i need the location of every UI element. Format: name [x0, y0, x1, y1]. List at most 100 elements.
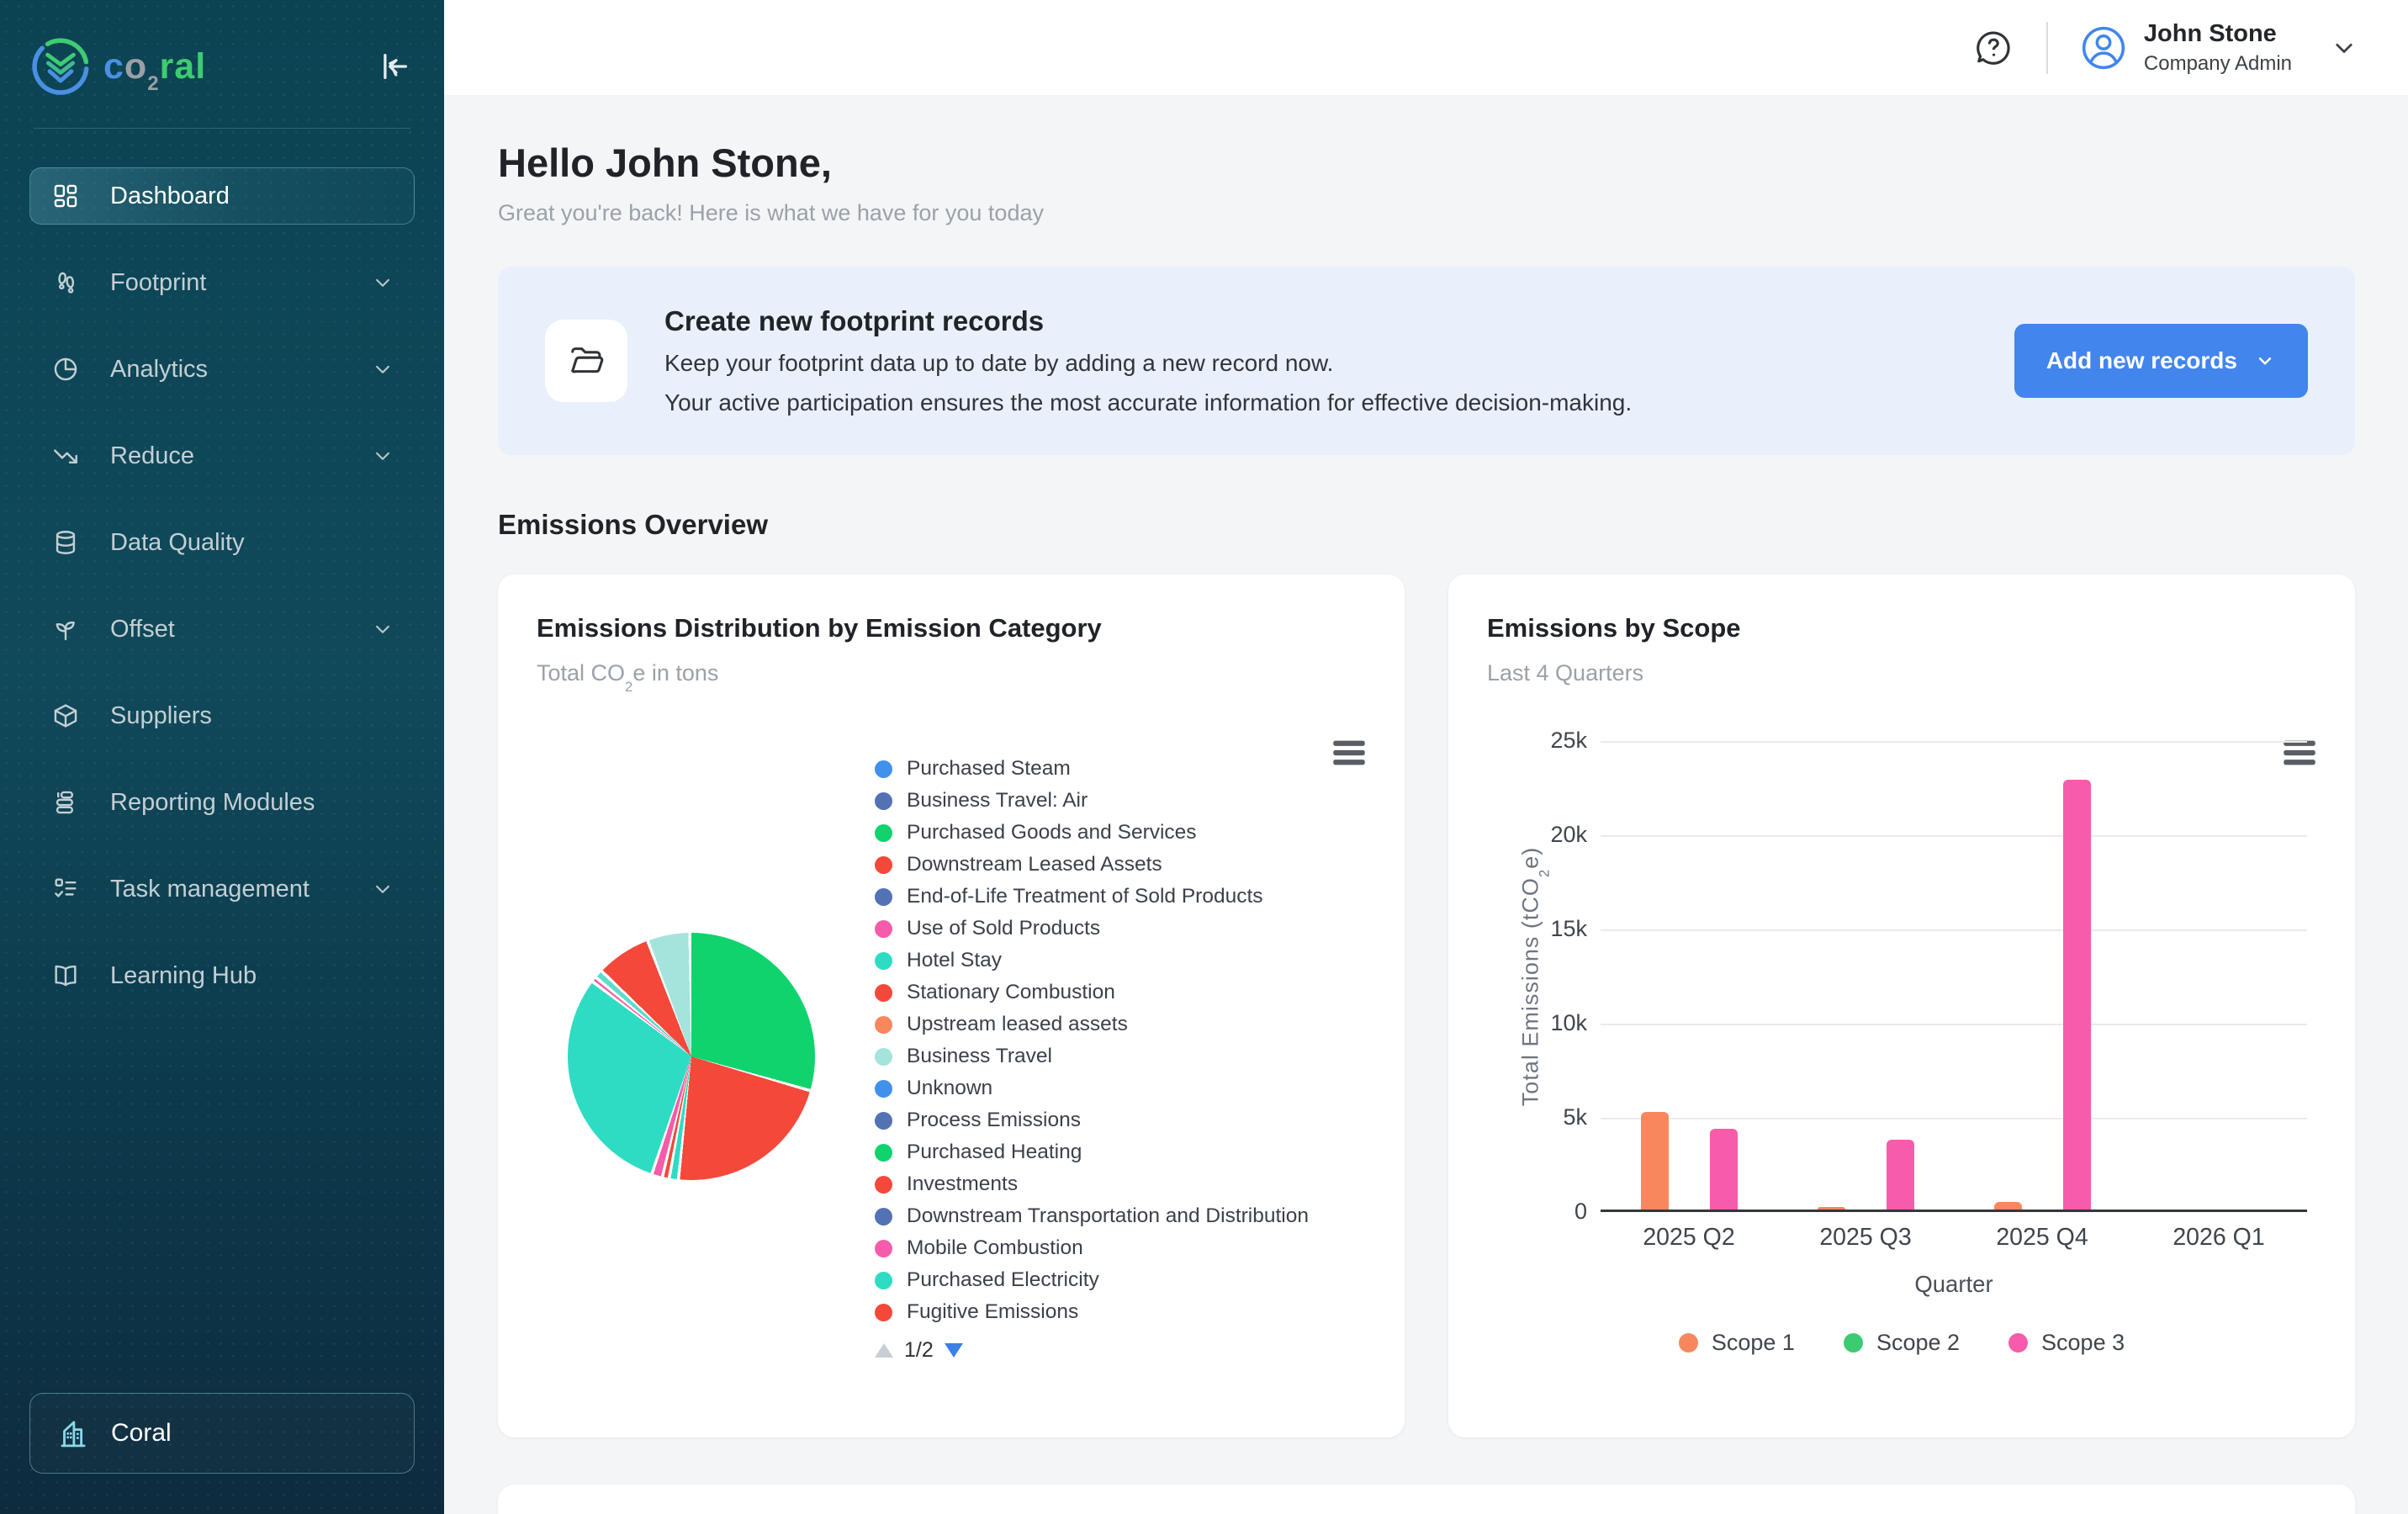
legend-item-scope-2[interactable]: Scope 2: [1844, 1330, 1960, 1356]
help-icon: [1972, 27, 2014, 69]
y-tick-label: 25k: [1486, 728, 1587, 754]
legend-item-scope-1[interactable]: Scope 1: [1679, 1330, 1795, 1356]
main-area: John Stone Company Admin Hello John Ston…: [444, 0, 2408, 1514]
chevron-down-icon: [370, 617, 395, 642]
legend-item-end-of-life-treatment-of-sold-products[interactable]: End-of-Life Treatment of Sold Products: [875, 881, 1309, 913]
user-name: John Stone: [2144, 20, 2292, 48]
legend-item-fugitive-emissions[interactable]: Fugitive Emissions: [875, 1296, 1309, 1328]
chart-menu-icon[interactable]: [1332, 739, 1366, 766]
legend-label: Stationary Combustion: [907, 981, 1115, 1004]
sidebar-item-suppliers[interactable]: Suppliers: [29, 687, 415, 744]
legend-label: Investments: [907, 1173, 1018, 1196]
legend-dot: [875, 1080, 892, 1098]
legend-label: Purchased Steam: [907, 757, 1071, 781]
legend-item-process-emissions[interactable]: Process Emissions: [875, 1104, 1309, 1136]
sidebar-item-data-quality[interactable]: Data Quality: [29, 514, 415, 571]
legend-dot: [875, 1240, 892, 1257]
legend-item-investments[interactable]: Investments: [875, 1168, 1309, 1200]
sidebar-item-footprint[interactable]: Footprint: [29, 254, 415, 311]
legend-label: Purchased Electricity: [907, 1268, 1099, 1292]
legend-label: Downstream Leased Assets: [907, 853, 1162, 876]
legend-item-purchased-steam[interactable]: Purchased Steam: [875, 753, 1309, 785]
sidebar-item-reporting-modules[interactable]: Reporting Modules: [29, 774, 415, 831]
app-root: co2ral Dashboard Footprint Analytics Reduce…: [0, 0, 2408, 1514]
task-management-icon: [51, 875, 80, 903]
legend-label: Scope 2: [1876, 1330, 1960, 1356]
sidebar-item-label: Footprint: [110, 269, 206, 297]
topbar-divider: [2046, 22, 2048, 74]
legend-label: Business Travel: [907, 1045, 1052, 1068]
page-title: Hello John Stone,: [498, 140, 2355, 186]
bar-group-2025-q4: [1954, 741, 2130, 1210]
bar-chart-card: Emissions by Scope Last 4 Quarters Total…: [1448, 574, 2355, 1437]
legend-dot: [875, 792, 892, 810]
chevron-down-icon: [370, 270, 395, 295]
sidebar-item-dashboard[interactable]: Dashboard: [29, 167, 415, 225]
legend-label: Purchased Goods and Services: [907, 821, 1197, 844]
legend-item-downstream-leased-assets[interactable]: Downstream Leased Assets: [875, 849, 1309, 881]
legend-item-hotel-stay[interactable]: Hotel Stay: [875, 945, 1309, 977]
pie-chart-title: Emissions Distribution by Emission Categ…: [498, 574, 1405, 643]
legend-page-up-icon[interactable]: [875, 1343, 893, 1358]
legend-label: Downstream Transportation and Distributi…: [907, 1204, 1309, 1228]
chevron-down-icon: [370, 443, 395, 468]
legend-dot: [875, 1016, 892, 1034]
emissions-pie-chart: [568, 933, 815, 1180]
sidebar-item-offset[interactable]: Offset: [29, 601, 415, 658]
reduce-icon: [51, 442, 80, 470]
x-tick-label: 2025 Q4: [1954, 1224, 2130, 1252]
add-new-records-button[interactable]: Add new records: [2014, 324, 2308, 398]
bar-scope-3-2025-q2: [1710, 1129, 1738, 1210]
folder-open-icon: [567, 341, 606, 380]
legend-item-mobile-combustion[interactable]: Mobile Combustion: [875, 1232, 1309, 1264]
legend-item-downstream-transportation-and-distribution[interactable]: Downstream Transportation and Distributi…: [875, 1200, 1309, 1232]
banner-text: Create new footprint records Keep your f…: [664, 305, 1632, 416]
y-tick-label: 10k: [1486, 1010, 1587, 1036]
sidebar-item-label: Dashboard: [110, 183, 230, 210]
banner-title: Create new footprint records: [664, 305, 1632, 337]
legend-dot: [875, 920, 892, 938]
legend-item-purchased-goods-and-services[interactable]: Purchased Goods and Services: [875, 817, 1309, 849]
legend-item-upstream-leased-assets[interactable]: Upstream leased assets: [875, 1008, 1309, 1040]
legend-dot: [875, 1176, 892, 1194]
user-menu[interactable]: John Stone Company Admin: [2080, 20, 2359, 76]
legend-dot: [875, 1304, 892, 1321]
legend-item-business-travel-air[interactable]: Business Travel: Air: [875, 785, 1309, 817]
legend-dot: [875, 1272, 892, 1289]
sidebar-collapse-button[interactable]: [375, 47, 414, 86]
legend-item-business-travel[interactable]: Business Travel: [875, 1040, 1309, 1072]
pie-legend: Purchased Steam Business Travel: Air Purch…: [875, 753, 1309, 1363]
sidebar-item-label: Offset: [110, 616, 175, 643]
sidebar-item-task-management[interactable]: Task management: [29, 860, 415, 918]
chevron-down-icon: [2254, 350, 2276, 372]
coral-logo-text: co2ral: [103, 46, 206, 87]
legend-item-purchased-heating[interactable]: Purchased Heating: [875, 1136, 1309, 1168]
legend-item-purchased-electricity[interactable]: Purchased Electricity: [875, 1264, 1309, 1296]
legend-dot: [875, 1112, 892, 1130]
legend-item-use-of-sold-products[interactable]: Use of Sold Products: [875, 913, 1309, 945]
y-tick-label: 15k: [1486, 916, 1587, 942]
legend-page-indicator: 1/2: [904, 1338, 934, 1363]
sidebar-item-label: Reduce: [110, 442, 194, 470]
bar-chart-subtitle: Last 4 Quarters: [1448, 660, 2355, 686]
suppliers-icon: [51, 701, 80, 730]
sidebar-item-analytics[interactable]: Analytics: [29, 341, 415, 398]
x-axis-title: Quarter: [1601, 1271, 2307, 1298]
legend-label: Process Emissions: [907, 1109, 1081, 1132]
legend-page-down-icon[interactable]: [945, 1343, 963, 1358]
pie-chart-card: Emissions Distribution by Emission Categ…: [498, 574, 1405, 1437]
legend-item-unknown[interactable]: Unknown: [875, 1072, 1309, 1104]
sidebar-item-learning-hub[interactable]: Learning Hub: [29, 947, 415, 1004]
legend-label: Hotel Stay: [907, 949, 1002, 972]
legend-dot: [875, 1144, 892, 1162]
bar-scope-1-2025-q3: [1818, 1207, 1845, 1210]
company-selector[interactable]: Coral: [29, 1393, 415, 1474]
section-heading: Emissions Overview: [498, 509, 2355, 541]
footprint-icon: [51, 268, 80, 297]
add-new-records-label: Add new records: [2046, 347, 2237, 374]
help-button[interactable]: [1972, 27, 2014, 69]
sidebar-item-label: Data Quality: [110, 529, 245, 557]
legend-item-stationary-combustion[interactable]: Stationary Combustion: [875, 977, 1309, 1008]
legend-item-scope-3[interactable]: Scope 3: [2008, 1330, 2125, 1356]
sidebar-item-reduce[interactable]: Reduce: [29, 427, 415, 484]
